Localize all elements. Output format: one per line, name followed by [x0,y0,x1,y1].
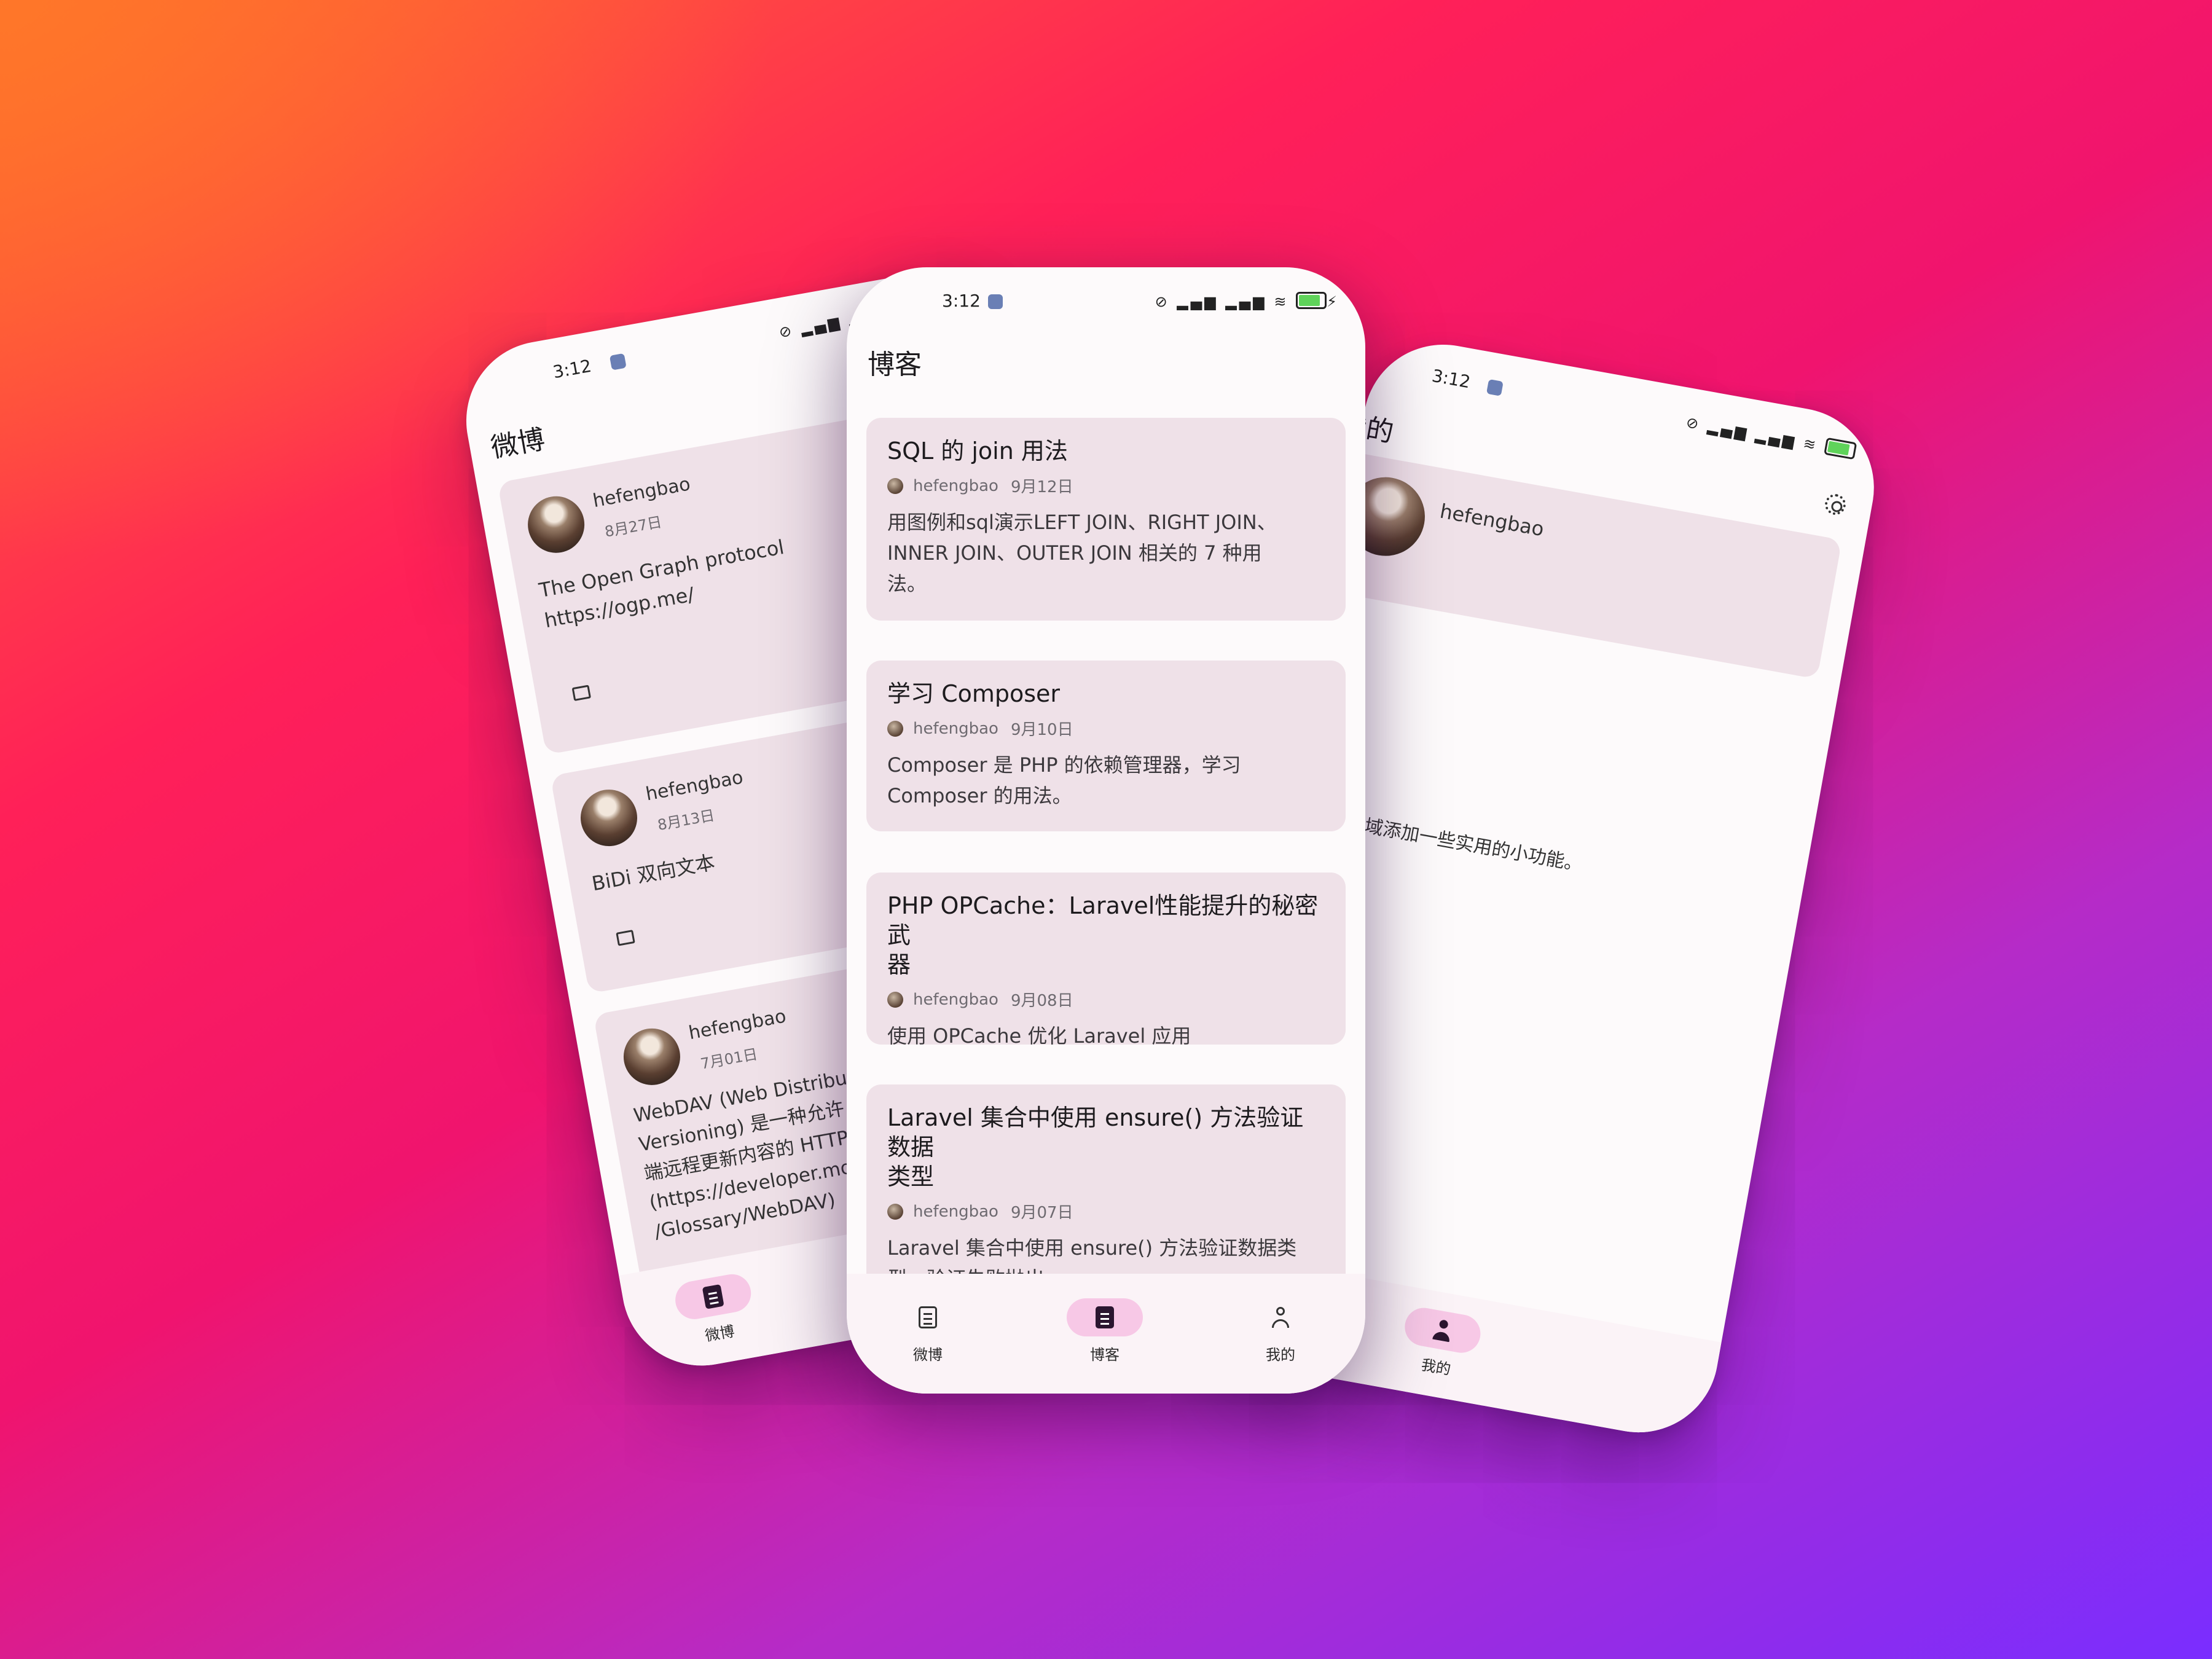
blog-summary: Laravel 集合中使用 ensure() 方法验证数据类 型，验证失败抛出 … [887,1236,1297,1275]
status-bar: 3:12 ⊘ ▂▄▆ ▂▄▆ ≋ ⚡ [847,267,1365,335]
nav-label: 微博 [704,1322,736,1345]
blog-card[interactable]: SQL 的 join 用法 hefengbao 9月12日 用图例和sql演示LE… [866,418,1346,621]
post-date: 7月01日 [699,1045,759,1073]
author-avatar [887,720,903,737]
status-time: 3:12 [942,291,981,311]
blog-author: hefengbao [913,990,998,1009]
profile-name: hefengbao [1438,499,1546,541]
settings-gear-icon[interactable] [1823,492,1848,517]
nav-item-blog[interactable]: 博客 [1049,1298,1160,1364]
signal-wifi-battery-icons: ⊘ ▂▄▆ ▂▄▆ ≋ ⚡ [1155,292,1339,310]
blog-summary: 用图例和sql演示LEFT JOIN、RIGHT JOIN、 INNER JOI… [887,511,1277,595]
nav-item-mine[interactable]: 我的 [1225,1298,1336,1364]
blog-card[interactable]: Laravel 集合中使用 ensure() 方法验证数据 类型 hefengb… [866,1084,1346,1275]
nav-label: 博客 [1090,1346,1120,1363]
user-icon [1432,1319,1454,1343]
blog-title: Laravel 集合中使用 ensure() 方法验证数据 类型 [887,1104,1304,1190]
blog-date: 9月12日 [1010,478,1073,496]
notification-icon [988,294,1003,309]
nav-item-weibo[interactable]: 微博 [656,1268,776,1352]
blog-card[interactable]: PHP OPCache：Laravel性能提升的秘密武 器 hefengbao 9… [866,873,1346,1048]
battery-icon [1296,292,1327,309]
blog-date: 9月10日 [1010,721,1073,739]
weibo-icon [702,1284,724,1309]
blog-summary: Composer 是 PHP 的依赖管理器，学习 Composer 的用法。 [887,753,1241,807]
blog-title: PHP OPCache：Laravel性能提升的秘密武 器 [887,892,1319,978]
weibo-icon [919,1306,937,1328]
blog-summary: 使用 OPCache 优化 Laravel 应用 [887,1024,1191,1048]
status-time: 3:12 [551,355,594,383]
comment-icon[interactable] [571,684,592,702]
nav-item-weibo[interactable]: 微博 [873,1298,983,1364]
blog-title: SQL 的 join 用法 [887,437,1068,465]
page-title: 博客 [868,349,922,380]
post-text: The Open Graph protocol https://ogp.me/ [537,535,786,633]
post-date: 8月13日 [656,806,716,834]
author-avatar [887,1203,903,1220]
battery-icon [1824,437,1857,460]
center-phone-screen: 3:12 ⊘ ▂▄▆ ▂▄▆ ≋ ⚡ 博客 SQL 的 join 用法 hefe… [847,267,1365,1394]
post-author: hefengbao [687,1005,788,1045]
notification-icon [609,353,627,371]
nav-item-mine[interactable]: 我的 [1380,1302,1500,1386]
post-author: hefengbao [644,766,745,806]
avatar[interactable] [619,1024,685,1090]
avatar[interactable] [523,492,589,558]
signal-wifi-battery-icons: ⊘ ▂▄▆ ▂▄▆ ≋ [1685,412,1857,461]
post-text: BiDi 双向文本 [590,850,717,896]
post-author: hefengbao [591,473,692,512]
user-icon [1271,1307,1290,1328]
blog-title: 学习 Composer [887,680,1061,707]
page-title: 微博 [488,423,547,465]
author-avatar [887,991,903,1008]
blog-list[interactable]: SQL 的 join 用法 hefengbao 9月12日 用图例和sql演示LE… [866,418,1346,1275]
blog-author: hefengbao [913,719,998,738]
comment-icon[interactable] [616,930,635,946]
profile-card[interactable]: hefengbao [1308,448,1842,680]
nav-label: 我的 [1266,1346,1295,1363]
status-bar: 3:12 ⊘ ▂▄▆ ▂▄▆ ≋ [1367,332,1887,490]
author-avatar [887,477,903,494]
blog-icon [1096,1306,1114,1328]
bottom-nav: 微博 博客 我的 [847,1274,1365,1394]
notification-icon [1486,378,1504,396]
blog-date: 9月08日 [1010,992,1073,1010]
nav-label: 我的 [1419,1356,1453,1379]
avatar[interactable] [576,785,642,851]
post-date: 8月27日 [603,513,664,541]
blog-author: hefengbao [913,1202,998,1221]
blog-date: 9月07日 [1010,1204,1073,1222]
blog-author: hefengbao [913,476,998,495]
blog-card[interactable]: 学习 Composer hefengbao 9月10日 Composer 是 PH… [866,661,1346,831]
nav-label: 微博 [913,1346,943,1363]
status-time: 3:12 [1430,365,1472,393]
